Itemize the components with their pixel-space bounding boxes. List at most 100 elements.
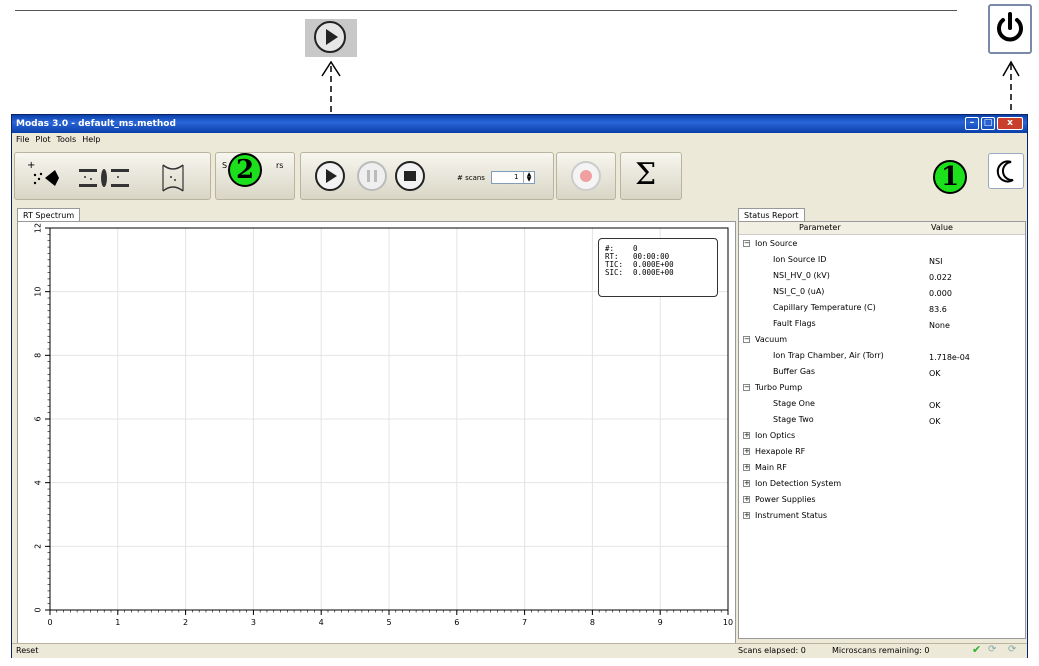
ion-source-icon: + bbox=[27, 160, 59, 186]
menu-file[interactable]: File bbox=[16, 135, 29, 144]
expand-icon[interactable]: + bbox=[743, 464, 750, 471]
toolbar-group-record bbox=[556, 152, 616, 200]
status-param-row[interactable]: Fault Flags None bbox=[739, 316, 1025, 332]
check-icon: ✔ bbox=[972, 643, 982, 656]
x-tick-label: 10 bbox=[723, 618, 733, 627]
status-parameter: Capillary Temperature (C) bbox=[773, 303, 876, 312]
record-icon bbox=[580, 170, 592, 182]
menu-plot[interactable]: Plot bbox=[35, 135, 50, 144]
tab-rt-spectrum[interactable]: RT Spectrum bbox=[17, 208, 81, 222]
status-param-row[interactable]: Buffer Gas OK bbox=[739, 364, 1025, 380]
status-table-header: Parameter Value bbox=[739, 222, 1025, 235]
x-tick-label: 8 bbox=[590, 618, 595, 627]
x-tick-label: 1 bbox=[115, 618, 120, 627]
status-parameter: Turbo Pump bbox=[755, 383, 803, 392]
app-window: Modas 3.0 - default_ms.method – □ x File… bbox=[11, 114, 1028, 658]
expand-icon[interactable]: + bbox=[743, 448, 750, 455]
close-button[interactable]: x bbox=[997, 117, 1023, 130]
status-parameter: Vacuum bbox=[755, 335, 788, 344]
y-tick-label: 0 bbox=[34, 607, 43, 612]
maximize-button[interactable]: □ bbox=[981, 117, 995, 130]
stop-icon bbox=[404, 171, 416, 181]
status-parameter: Stage Two bbox=[773, 415, 814, 424]
pause-button[interactable] bbox=[357, 161, 387, 191]
status-parameter: Buffer Gas bbox=[773, 367, 816, 376]
microscans-remaining: Microscans remaining: 0 bbox=[832, 646, 930, 655]
info-box-row: SIC: 0.000E+00 bbox=[605, 269, 674, 277]
expand-icon[interactable]: + bbox=[743, 512, 750, 519]
marker-1: 1 bbox=[933, 160, 967, 194]
x-tick-label: 6 bbox=[454, 618, 459, 627]
status-param-row[interactable]: NSI_C_0 (uA) 0.000 bbox=[739, 284, 1025, 300]
y-tick-label: 2 bbox=[34, 544, 43, 549]
status-group-row[interactable]: + Ion Optics bbox=[739, 428, 1025, 444]
status-group-row[interactable]: + Power Supplies bbox=[739, 492, 1025, 508]
status-message: Reset bbox=[16, 646, 39, 655]
status-parameter: Fault Flags bbox=[773, 319, 816, 328]
standby-button[interactable] bbox=[988, 153, 1024, 189]
status-parameter: Ion Source bbox=[755, 239, 798, 248]
status-parameter: NSI_HV_0 (kV) bbox=[773, 271, 830, 280]
status-param-row[interactable]: Stage One OK bbox=[739, 396, 1025, 412]
spinbox-arrows-icon[interactable]: ▲ ▼ bbox=[523, 172, 534, 183]
status-group-row[interactable]: − Turbo Pump bbox=[739, 380, 1025, 396]
svg-text:+: + bbox=[27, 160, 35, 171]
record-button[interactable] bbox=[571, 161, 601, 191]
status-parameter: NSI_C_0 (uA) bbox=[773, 287, 825, 296]
status-group-row[interactable]: + Ion Detection System bbox=[739, 476, 1025, 492]
play-icon bbox=[326, 169, 337, 183]
status-bar: Reset Scans elapsed: 0 Microscans remain… bbox=[12, 643, 1027, 658]
scans-label: # scans bbox=[457, 174, 485, 182]
menu-tools[interactable]: Tools bbox=[56, 135, 76, 144]
collapse-icon[interactable]: − bbox=[743, 240, 750, 247]
moon-icon bbox=[996, 160, 1014, 183]
ion-trap-icon bbox=[162, 164, 184, 192]
status-param-row[interactable]: Stage Two OK bbox=[739, 412, 1025, 428]
column-header-value[interactable]: Value bbox=[931, 223, 953, 232]
x-tick-label: 0 bbox=[47, 618, 52, 627]
status-group-row[interactable]: − Ion Source bbox=[739, 236, 1025, 252]
expand-icon[interactable]: + bbox=[743, 496, 750, 503]
ion-path-icons: + bbox=[27, 160, 184, 192]
expand-icon[interactable]: + bbox=[743, 432, 750, 439]
title-bar: Modas 3.0 - default_ms.method – □ x bbox=[12, 115, 1027, 133]
status-param-row[interactable]: Ion Trap Chamber, Air (Torr) 1.718e-04 bbox=[739, 348, 1025, 364]
status-param-row[interactable]: Ion Source ID NSI bbox=[739, 252, 1025, 268]
group-label-end: rs bbox=[276, 161, 284, 170]
scans-elapsed: Scans elapsed: 0 bbox=[738, 646, 806, 655]
column-header-parameter[interactable]: Parameter bbox=[799, 223, 841, 232]
status-group-row[interactable]: + Main RF bbox=[739, 460, 1025, 476]
status-param-row[interactable]: NSI_HV_0 (kV) 0.022 bbox=[739, 268, 1025, 284]
status-group-row[interactable]: + Hexapole RF bbox=[739, 444, 1025, 460]
marker-2: 2 bbox=[228, 153, 262, 187]
status-parameter: Main RF bbox=[755, 463, 787, 472]
status-parameter: Ion Source ID bbox=[773, 255, 827, 264]
menu-help[interactable]: Help bbox=[82, 135, 100, 144]
status-parameter: Hexapole RF bbox=[755, 447, 806, 456]
stop-button[interactable] bbox=[395, 161, 425, 191]
status-parameter: Ion Detection System bbox=[755, 479, 842, 488]
minimize-button[interactable]: – bbox=[965, 117, 979, 130]
status-group-row[interactable]: + Instrument Status bbox=[739, 508, 1025, 524]
y-tick-label: 10 bbox=[34, 287, 43, 297]
scans-value: 1 bbox=[514, 173, 519, 181]
status-parameter: Ion Optics bbox=[755, 431, 796, 440]
group-label-start: S bbox=[222, 161, 228, 170]
collapse-icon[interactable]: − bbox=[743, 336, 750, 343]
hexapole-icon bbox=[79, 169, 129, 187]
info-box-value: 0.000E+00 bbox=[633, 268, 674, 277]
status-group-row[interactable]: − Vacuum bbox=[739, 332, 1025, 348]
chart-info-box: #: 0 RT: 00:00:00 TIC: 0.000E+00 SIC: 0.000E+00 bbox=[598, 238, 718, 297]
scans-spinbox[interactable]: 1 ▲ ▼ bbox=[491, 171, 535, 184]
tab-status-report[interactable]: Status Report bbox=[738, 208, 805, 222]
status-parameter: Ion Trap Chamber, Air (Torr) bbox=[773, 351, 884, 360]
status-parameter: Power Supplies bbox=[755, 495, 816, 504]
x-tick-label: 3 bbox=[251, 618, 256, 627]
collapse-icon[interactable]: − bbox=[743, 384, 750, 391]
play-button[interactable] bbox=[315, 161, 345, 191]
y-tick-label: 12 bbox=[34, 223, 43, 233]
status-param-row[interactable]: Capillary Temperature (C) 83.6 bbox=[739, 300, 1025, 316]
expand-icon[interactable]: + bbox=[743, 480, 750, 487]
x-tick-label: 4 bbox=[319, 618, 324, 627]
sum-icon[interactable]: Σ bbox=[635, 157, 656, 192]
